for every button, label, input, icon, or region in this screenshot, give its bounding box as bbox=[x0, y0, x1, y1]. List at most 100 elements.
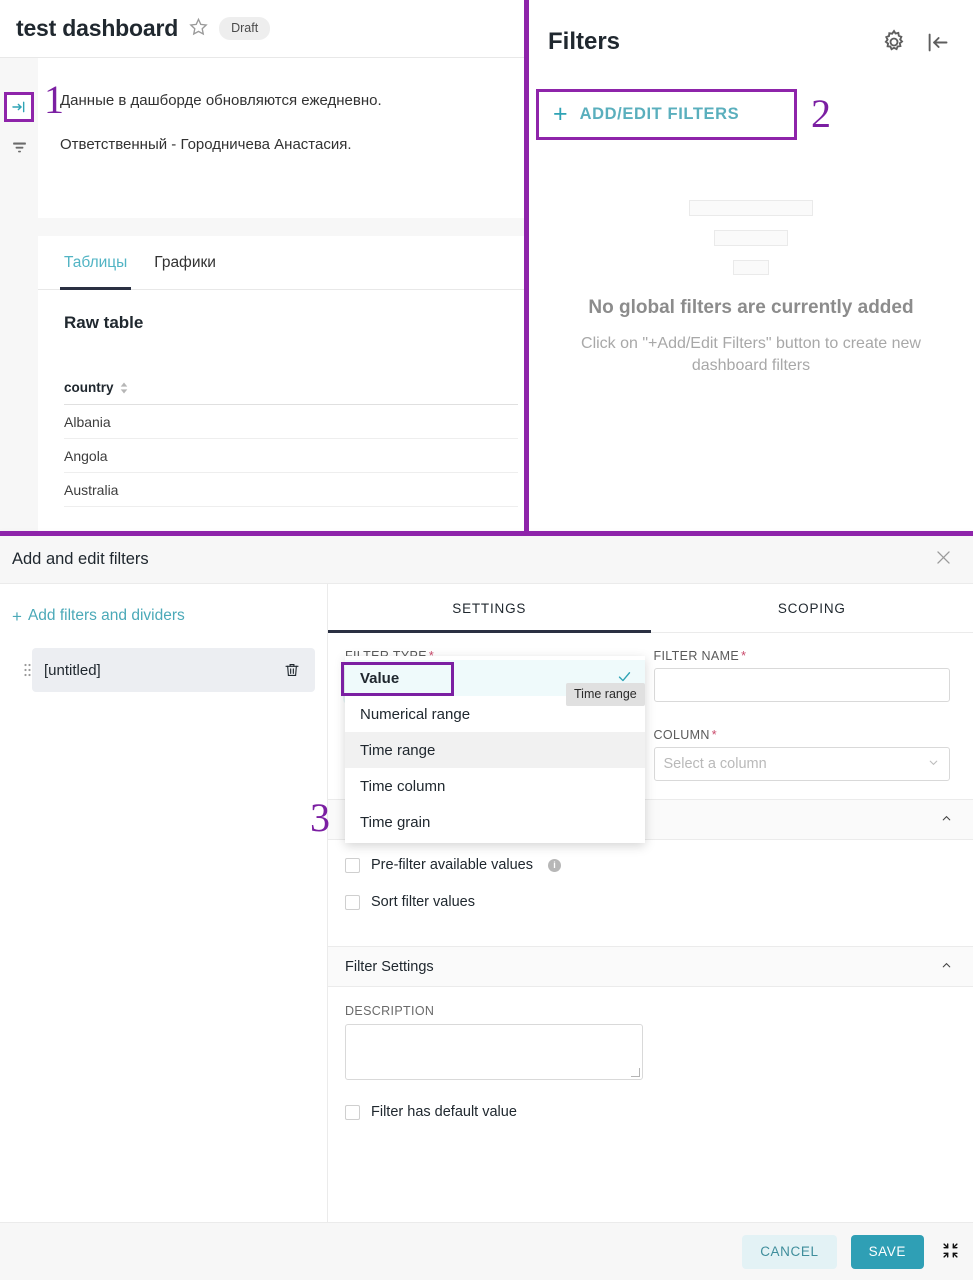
annotation-number-2: 2 bbox=[811, 91, 831, 136]
tab-settings[interactable]: SETTINGS bbox=[328, 584, 651, 633]
empty-state-title: No global filters are currently added bbox=[588, 297, 914, 318]
list-item[interactable]: [untitled] bbox=[24, 648, 315, 692]
tab-scoping[interactable]: SCOPING bbox=[651, 584, 973, 632]
collapse-panel-left-icon[interactable] bbox=[924, 29, 951, 56]
add-filters-and-dividers-link[interactable]: + Add filters and dividers bbox=[12, 607, 315, 625]
column-label-text: COLUMN bbox=[653, 728, 710, 742]
annotation-number-1: 1 bbox=[44, 77, 64, 122]
add-filters-link-label: Add filters and dividers bbox=[27, 607, 185, 624]
filters-empty-state: No global filters are currently added Cl… bbox=[529, 200, 973, 377]
dropdown-option-label: Value bbox=[360, 669, 400, 687]
status-badge: Draft bbox=[219, 17, 271, 40]
drag-handle-icon[interactable] bbox=[24, 662, 38, 679]
filters-list-pane: + Add filters and dividers [untitled] bbox=[0, 584, 328, 1222]
tab-tablitsy[interactable]: Таблицы bbox=[59, 236, 132, 290]
resize-collapse-icon[interactable] bbox=[942, 1242, 959, 1262]
dashboard-tabs: Таблицы Графики bbox=[38, 236, 526, 290]
gear-icon[interactable] bbox=[880, 28, 908, 56]
column-header-country: country bbox=[64, 380, 114, 395]
page-title: test dashboard bbox=[16, 15, 179, 41]
plus-icon: + bbox=[553, 100, 568, 128]
required-marker: * bbox=[741, 649, 747, 663]
table-row[interactable]: Albania bbox=[64, 405, 518, 439]
checkbox-row-sort-filter-values[interactable]: Sort filter values bbox=[345, 894, 956, 910]
add-edit-filters-label: ADD/EDIT FILTERS bbox=[579, 105, 740, 123]
tab-grafiki[interactable]: Графики bbox=[154, 236, 216, 290]
checkbox-label: Filter has default value bbox=[371, 1104, 517, 1120]
annotation-divider-vertical bbox=[524, 0, 529, 536]
dashboard-background-region: test dashboard Draft Данные в дашборде о… bbox=[0, 0, 973, 536]
section-body-filter-settings: DESCRIPTION Filter has default value bbox=[328, 987, 973, 1138]
filter-name-label-text: FILTER NAME bbox=[653, 649, 740, 663]
trash-icon[interactable] bbox=[283, 661, 301, 679]
column-placeholder: Select a column bbox=[663, 756, 767, 772]
filter-name-input[interactable] bbox=[653, 668, 950, 702]
star-outline-icon[interactable] bbox=[189, 17, 208, 40]
column-field-group: COLUMN * Select a column bbox=[653, 728, 951, 781]
dashboard-tab-card: Таблицы Графики Raw table country Albani… bbox=[38, 236, 526, 536]
checkbox[interactable] bbox=[345, 1104, 360, 1120]
section-header-title: Filter Settings bbox=[345, 958, 434, 975]
dashboard-header: test dashboard Draft bbox=[0, 0, 526, 58]
checkbox-row-default-value[interactable]: Filter has default value bbox=[345, 1104, 956, 1120]
filter-settings-pane: SETTINGS SCOPING FILTER TYPE* Value bbox=[328, 584, 973, 1222]
description-textarea[interactable] bbox=[345, 1024, 643, 1080]
save-button[interactable]: SAVE bbox=[850, 1234, 924, 1269]
dashboard-body: Данные в дашборде обновляются ежедневно.… bbox=[0, 58, 526, 536]
markdown-card: Данные в дашборде обновляются ежедневно.… bbox=[38, 58, 526, 218]
dropdown-option-time-range[interactable]: Time range bbox=[345, 732, 645, 768]
skeleton-bar bbox=[714, 230, 788, 246]
checkbox-row-prefilter[interactable]: Pre-filter available values i bbox=[345, 857, 956, 873]
markdown-line: Данные в дашборде обновляются ежедневно. bbox=[60, 92, 382, 109]
dropdown-option-label: Time grain bbox=[360, 813, 431, 831]
close-icon[interactable] bbox=[934, 548, 953, 571]
plus-icon: + bbox=[12, 606, 22, 626]
empty-state-subtitle: Click on "+Add/Edit Filters" button to c… bbox=[581, 334, 921, 374]
markdown-line: Ответственный - Городничева Анастасия. bbox=[60, 136, 352, 153]
annotation-number-3: 3 bbox=[310, 795, 330, 840]
table-row[interactable]: Angola bbox=[64, 439, 518, 473]
modal-tabs: SETTINGS SCOPING bbox=[328, 584, 973, 633]
expand-panel-right-icon bbox=[11, 99, 27, 115]
dashboard-pane: test dashboard Draft Данные в дашборде о… bbox=[0, 0, 526, 536]
column-label: COLUMN * bbox=[654, 728, 951, 742]
add-edit-filters-button[interactable]: + ADD/EDIT FILTERS bbox=[536, 89, 797, 140]
chart-title: Raw table bbox=[64, 313, 144, 332]
filter-name-field-group: FILTER NAME * bbox=[653, 649, 951, 702]
add-edit-filters-modal: Add and edit filters + Add filters and d… bbox=[0, 536, 973, 1280]
filters-panel-title: Filters bbox=[548, 28, 621, 55]
required-marker: * bbox=[711, 728, 717, 742]
expand-panel-right-button[interactable] bbox=[4, 92, 34, 122]
dropdown-option-label: Time range bbox=[360, 741, 436, 759]
modal-header: Add and edit filters bbox=[0, 536, 973, 584]
filter-name-label: FILTER NAME * bbox=[654, 649, 951, 663]
checkbox-label: Sort filter values bbox=[371, 894, 475, 910]
description-label: DESCRIPTION bbox=[345, 1004, 435, 1018]
dropdown-option-time-column[interactable]: Time column bbox=[345, 768, 645, 804]
funnel-icon[interactable] bbox=[9, 137, 29, 157]
checkbox-label: Pre-filter available values bbox=[371, 857, 533, 873]
list-item-label: [untitled] bbox=[44, 661, 101, 679]
section-header-filter-settings[interactable]: Filter Settings bbox=[328, 946, 973, 987]
tooltip-time-range: Time range bbox=[566, 683, 645, 706]
modal-footer: CANCEL SAVE bbox=[0, 1222, 973, 1280]
column-select[interactable]: Select a column bbox=[653, 747, 950, 781]
dropdown-option-label: Time column bbox=[360, 777, 446, 795]
annotation-divider-horizontal bbox=[0, 531, 973, 536]
checkbox[interactable] bbox=[345, 857, 360, 873]
modal-body: + Add filters and dividers [untitled] SE… bbox=[0, 584, 973, 1222]
sort-caret-icon[interactable] bbox=[120, 382, 128, 394]
cancel-button[interactable]: CANCEL bbox=[742, 1234, 837, 1269]
modal-title: Add and edit filters bbox=[12, 550, 149, 568]
filters-panel: Filters No global filters are currently … bbox=[529, 0, 973, 536]
raw-table: country Albania Angola Australia bbox=[38, 380, 526, 507]
checkbox[interactable] bbox=[345, 894, 360, 910]
chevron-up-icon bbox=[940, 959, 953, 975]
skeleton-bar bbox=[689, 200, 813, 216]
info-icon[interactable]: i bbox=[548, 858, 561, 872]
dropdown-option-time-grain[interactable]: Time grain bbox=[345, 804, 645, 840]
skeleton-bar bbox=[733, 260, 769, 275]
chevron-up-icon bbox=[940, 812, 953, 828]
table-header-row[interactable]: country bbox=[64, 380, 518, 405]
table-row[interactable]: Australia bbox=[64, 473, 518, 507]
